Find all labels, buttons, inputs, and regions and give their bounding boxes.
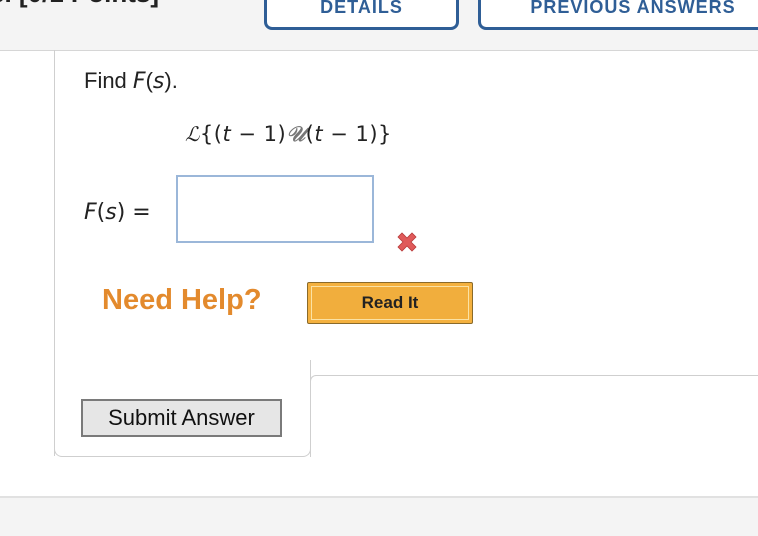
- answer-label-close: ) =: [116, 200, 151, 225]
- answer-label-open: (: [96, 200, 106, 225]
- answer-label-var: s: [105, 200, 117, 225]
- details-button[interactable]: DETAILS: [264, 0, 459, 30]
- footer-bar: [0, 496, 758, 536]
- previous-answers-button-label: PREVIOUS ANSWERS: [530, 0, 736, 17]
- incorrect-x-icon: [397, 232, 417, 252]
- panel-tab-edge: [310, 375, 758, 457]
- find-fn: F: [132, 69, 146, 94]
- laplace-symbol: ℒ: [185, 122, 200, 146]
- find-var: s: [152, 69, 165, 94]
- top-bar: 3. [0/1 Points] DETAILS PREVIOUS ANSWERS: [0, 0, 758, 51]
- details-button-label: DETAILS: [320, 0, 403, 17]
- laplace-body-a: {(: [199, 122, 223, 146]
- question-prompt: Find F(s).: [84, 68, 178, 94]
- previous-answers-button[interactable]: PREVIOUS ANSWERS: [478, 0, 758, 30]
- laplace-expression: ℒ{(t − 1)𝒰(t − 1)}: [185, 121, 392, 147]
- var-t-1: t: [222, 122, 232, 146]
- submit-answer-button[interactable]: Submit Answer: [81, 399, 282, 437]
- points-label: 3. [0/1 Points]: [0, 0, 159, 9]
- find-prefix: Find: [84, 68, 133, 93]
- answer-input[interactable]: [176, 175, 374, 243]
- read-it-button[interactable]: Read It: [307, 282, 473, 324]
- need-help-label: Need Help?: [102, 284, 262, 316]
- var-t-2: t: [314, 122, 324, 146]
- unit-step-symbol: 𝒰: [286, 121, 306, 146]
- read-it-label: Read It: [311, 286, 469, 320]
- minus-one-1: − 1): [231, 122, 287, 146]
- find-paren: (: [145, 68, 153, 93]
- answer-label: F(s) =: [84, 200, 151, 225]
- find-suffix: ).: [164, 68, 178, 93]
- minus-one-2: − 1)}: [323, 122, 392, 146]
- paren-open: (: [305, 122, 315, 146]
- answer-label-fn: F: [84, 200, 97, 225]
